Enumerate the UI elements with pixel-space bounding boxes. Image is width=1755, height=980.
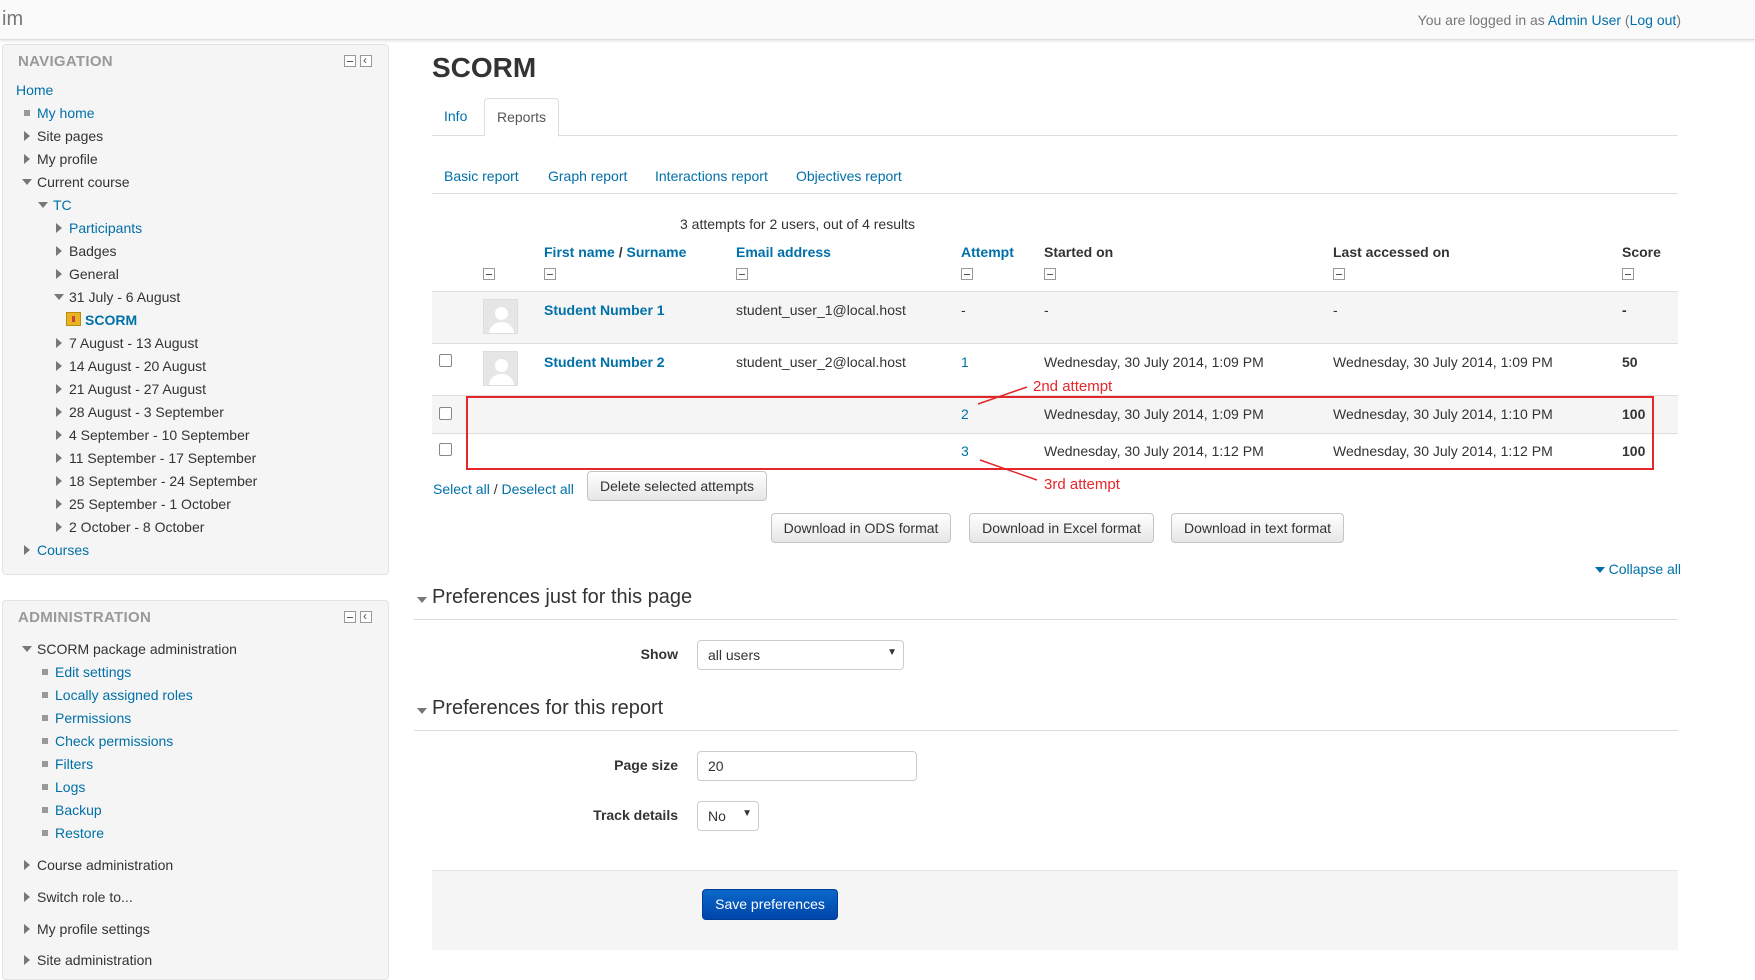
dropdown-arrow-icon: ▼ (887, 647, 897, 658)
download-excel-button[interactable]: Download in Excel format (969, 513, 1154, 543)
download-text-button[interactable]: Download in text format (1171, 513, 1344, 543)
fieldset-legend-page-prefs[interactable]: Preferences just for this page (414, 586, 1678, 620)
track-details-select[interactable]: No ▼ (697, 801, 759, 831)
show-label: Show (640, 646, 678, 662)
page-size-input[interactable]: 20 (697, 751, 917, 781)
download-ods-button[interactable]: Download in ODS format (771, 513, 951, 543)
show-select[interactable]: all users ▼ (697, 640, 904, 670)
track-details-label: Track details (593, 807, 678, 823)
selection-separator: / (489, 481, 502, 497)
dropdown-arrow-icon: ▼ (742, 808, 752, 819)
annotation-3rd-attempt: 3rd attempt (1044, 476, 1120, 493)
collapse-arrow-icon (1594, 567, 1605, 574)
collapse-all-link[interactable]: Collapse all (1594, 561, 1681, 577)
annotation-arrows (977, 386, 1038, 481)
delete-selected-attempts-button[interactable]: Delete selected attempts (587, 471, 767, 501)
selection-links: Select all / Deselect all (433, 481, 574, 497)
form-actions-area (432, 870, 1678, 950)
fieldset-legend-report-prefs[interactable]: Preferences for this report (414, 697, 1678, 731)
deselect-all-link[interactable]: Deselect all (501, 481, 573, 497)
annotation-2nd-attempt: 2nd attempt (1033, 378, 1113, 395)
page-size-label: Page size (614, 757, 678, 773)
collapse-arrow-icon (417, 597, 427, 603)
save-preferences-button[interactable]: Save preferences (702, 889, 838, 920)
select-all-link[interactable]: Select all (433, 481, 490, 497)
collapse-arrow-icon (417, 708, 427, 714)
